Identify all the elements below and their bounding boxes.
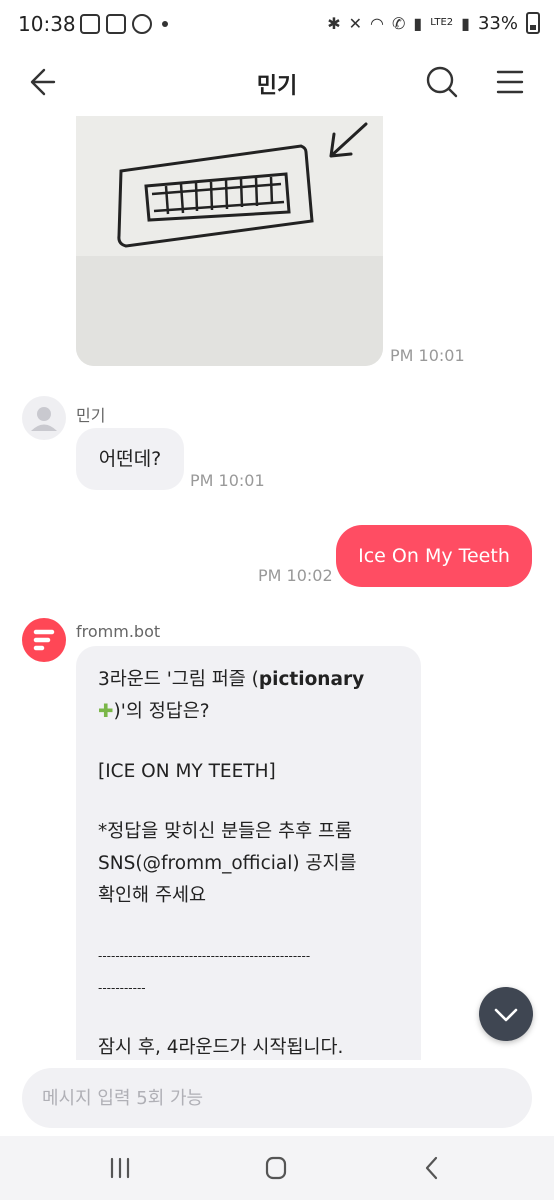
notification-icons bbox=[80, 14, 168, 34]
bot-answer: [ICE ON MY TEETH] bbox=[98, 761, 276, 782]
chat-area[interactable]: PM 10:01 민기 어떤데? PM 10:01 Ice On My Teet… bbox=[0, 110, 554, 1060]
search-icon bbox=[426, 66, 458, 98]
puzzle-icon: ✚ bbox=[98, 701, 114, 722]
message-timestamp: PM 10:01 bbox=[190, 471, 265, 490]
hamburger-icon bbox=[496, 70, 524, 94]
signal-icon: ▮ bbox=[413, 13, 423, 33]
back-nav-button[interactable] bbox=[412, 1150, 452, 1186]
chat-header: 민기 bbox=[0, 54, 554, 110]
bot-notice-2: SNS(@fromm_official) 공지를 bbox=[98, 853, 357, 874]
status-bar: 10:38 ✱ ✕ ◠ ✆ ▮ LTE2 ▮ 33% bbox=[0, 0, 554, 54]
bot-line-1: 3라운드 '그림 퍼즐 (pictionary bbox=[98, 664, 399, 696]
search-button[interactable] bbox=[422, 62, 462, 102]
default-profile-icon bbox=[31, 407, 57, 431]
bot-sender-name: fromm.bot bbox=[76, 622, 161, 641]
recent-apps-button[interactable] bbox=[100, 1150, 140, 1186]
wifi-icon: ◠ bbox=[370, 13, 384, 33]
teeth-drawing bbox=[76, 116, 383, 366]
bot-line-2: ✚)'의 정답은? bbox=[98, 696, 399, 728]
system-nav-bar bbox=[0, 1136, 554, 1200]
scroll-to-bottom-button[interactable] bbox=[479, 987, 533, 1041]
sender-name: 민기 bbox=[76, 406, 106, 425]
message-input[interactable] bbox=[22, 1068, 532, 1128]
bot-message-bubble[interactable]: 3라운드 '그림 퍼즐 (pictionary ✚)'의 정답은? [ICE O… bbox=[76, 646, 421, 1060]
bot-divider-2: ----------- bbox=[98, 981, 146, 995]
shared-photo[interactable] bbox=[76, 116, 383, 366]
pictionary-word: pictionary bbox=[258, 669, 365, 690]
home-button[interactable] bbox=[256, 1150, 296, 1186]
my-message-timestamp: PM 10:02 bbox=[258, 566, 333, 585]
bot-line-2-text: )'의 정답은? bbox=[113, 701, 210, 722]
fromm-logo-icon bbox=[33, 629, 55, 651]
menu-button[interactable] bbox=[490, 62, 530, 102]
instagram-icon bbox=[106, 14, 126, 34]
mute-icon: ✕ bbox=[348, 13, 362, 33]
my-message-bubble[interactable]: Ice On My Teeth bbox=[336, 525, 532, 587]
bot-notice-3: 확인해 주세요 bbox=[98, 885, 207, 906]
bot-next-round: 잠시 후, 4라운드가 시작됩니다. bbox=[98, 1037, 344, 1058]
status-time: 10:38 bbox=[18, 12, 76, 36]
bot-notice-1: *정답을 맞히신 분들은 추후 프롬 bbox=[98, 821, 353, 842]
more-notifications-icon bbox=[162, 21, 168, 27]
back-chevron-icon bbox=[425, 1156, 438, 1180]
bluetooth-icon: ✱ bbox=[327, 13, 341, 33]
signal-2-icon: ▮ bbox=[461, 13, 470, 33]
gallery-icon bbox=[80, 14, 100, 34]
photo-timestamp: PM 10:01 bbox=[390, 346, 465, 365]
message-bubble[interactable]: 어떤데? bbox=[76, 428, 184, 490]
system-icons: ✱ ✕ ◠ ✆ ▮ LTE2 ▮ 33% bbox=[327, 12, 540, 34]
recent-apps-icon bbox=[110, 1157, 130, 1179]
battery-icon bbox=[526, 12, 540, 34]
avatar[interactable] bbox=[22, 396, 66, 440]
home-icon bbox=[265, 1156, 287, 1180]
chevron-down-icon bbox=[494, 1008, 518, 1022]
input-area bbox=[0, 1060, 554, 1136]
call-icon: ✆ bbox=[391, 13, 406, 33]
bot-divider-1: ----------------------------------------… bbox=[98, 949, 311, 963]
network-label: LTE2 bbox=[430, 17, 454, 28]
line-icon bbox=[132, 14, 152, 34]
page-title: 민기 bbox=[256, 74, 298, 99]
bot-line-1-text: 3라운드 '그림 퍼즐 ( bbox=[98, 669, 259, 690]
bot-avatar[interactable] bbox=[22, 618, 66, 662]
battery-percent: 33% bbox=[477, 12, 518, 34]
